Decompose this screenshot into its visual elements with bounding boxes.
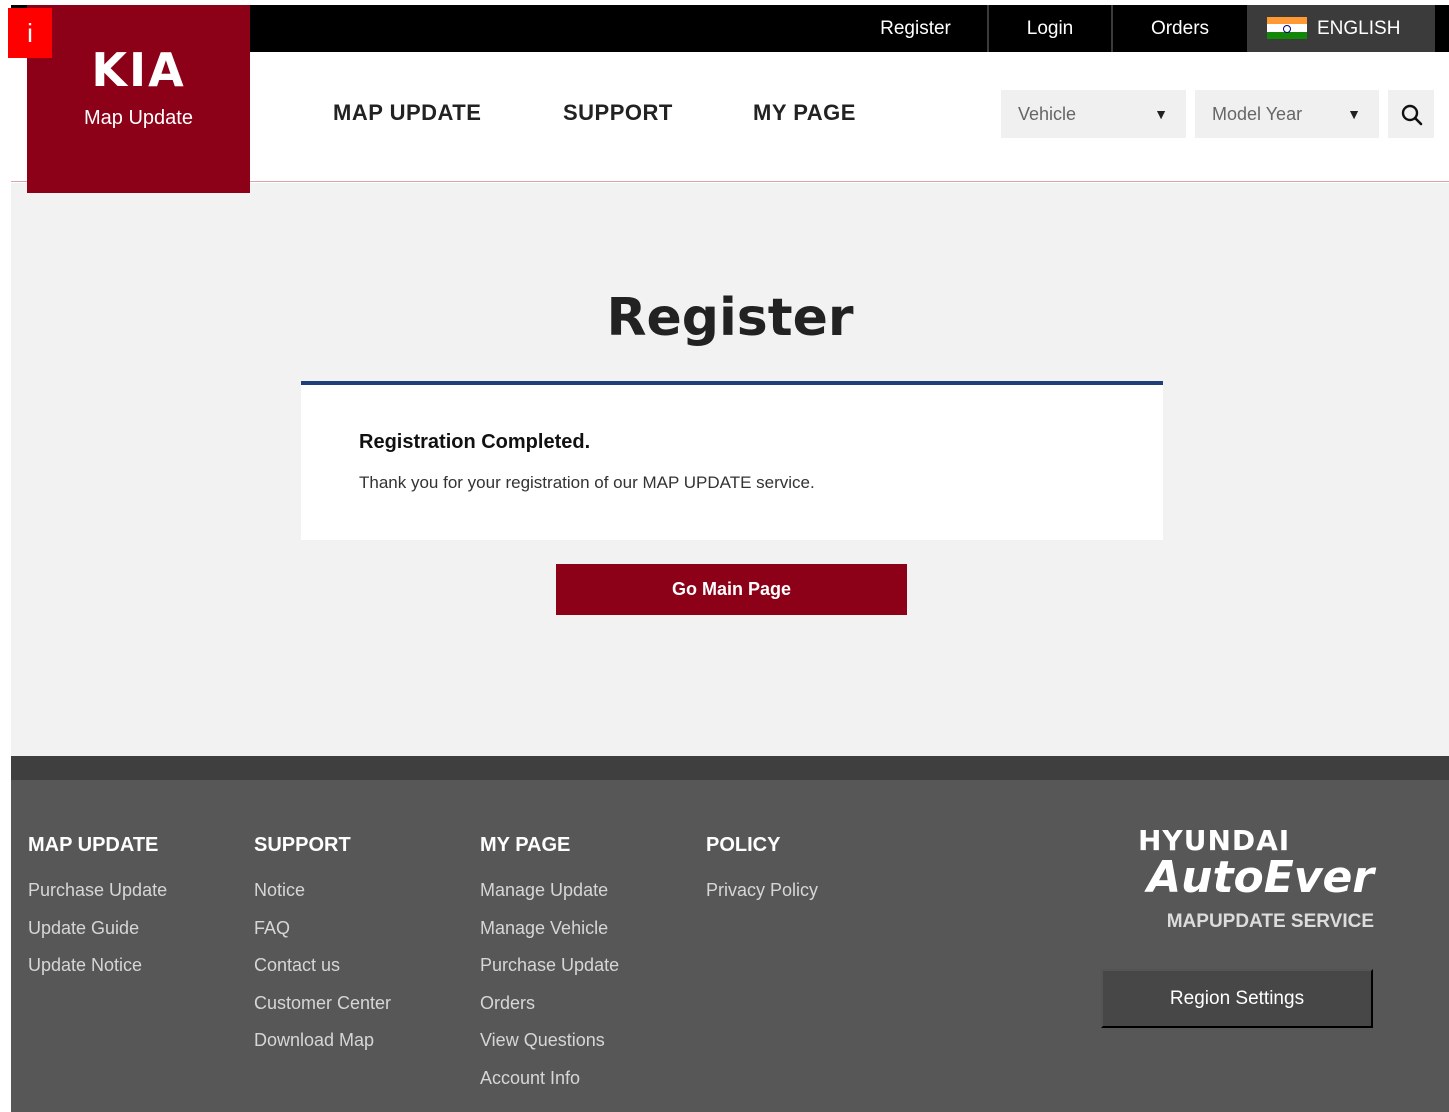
footer-column-support: SUPPORT Notice FAQ Contact us Customer C… xyxy=(254,834,391,1069)
register-link[interactable]: Register xyxy=(844,5,987,52)
nav-my-page[interactable]: MY PAGE xyxy=(753,100,856,126)
main-content: Register Registration Completed. Thank y… xyxy=(11,183,1449,756)
dropdown-arrow-icon: ▼ xyxy=(1347,106,1361,122)
brand-autoever: AutoEver xyxy=(1147,852,1374,903)
footer-link[interactable]: FAQ xyxy=(254,919,391,957)
dropdown-arrow-icon: ▼ xyxy=(1154,106,1168,122)
search-icon xyxy=(1401,104,1423,126)
footer-link[interactable]: Update Notice xyxy=(28,956,167,994)
card-message: Thank you for your registration of our M… xyxy=(359,473,815,492)
footer-heading: SUPPORT xyxy=(254,834,351,856)
footer-link[interactable]: View Questions xyxy=(480,1031,619,1069)
card-title: Registration Completed. xyxy=(359,431,591,453)
nav-support[interactable]: SUPPORT xyxy=(563,100,673,126)
footer-divider-band xyxy=(11,756,1449,780)
footer-link[interactable]: Orders xyxy=(480,994,619,1032)
info-badge: i xyxy=(8,8,52,58)
footer-link[interactable]: Manage Vehicle xyxy=(480,919,619,957)
footer-column-map-update: MAP UPDATE Purchase Update Update Guide … xyxy=(28,834,167,994)
page-title: Register xyxy=(606,288,854,348)
footer-link[interactable]: Download Map xyxy=(254,1031,391,1069)
footer-link[interactable]: Contact us xyxy=(254,956,391,994)
search-button[interactable] xyxy=(1388,90,1434,138)
footer-link[interactable]: Purchase Update xyxy=(28,881,167,919)
orders-link[interactable]: Orders xyxy=(1113,5,1247,52)
footer-link[interactable]: Account Info xyxy=(480,1069,619,1107)
nav-map-update[interactable]: MAP UPDATE xyxy=(333,100,481,126)
footer-heading: POLICY xyxy=(706,834,781,856)
logo-subtitle: Map Update xyxy=(84,107,193,129)
language-label: ENGLISH xyxy=(1317,18,1401,39)
language-selector[interactable]: ENGLISH xyxy=(1247,5,1435,52)
model-year-select[interactable]: Model Year ▼ xyxy=(1195,90,1379,138)
footer-link[interactable]: Customer Center xyxy=(254,994,391,1032)
footer-link[interactable]: Update Guide xyxy=(28,919,167,957)
footer-link[interactable]: Purchase Update xyxy=(480,956,619,994)
logo-brand: KIA xyxy=(91,43,186,97)
footer-link[interactable]: Notice xyxy=(254,881,391,919)
footer-column-my-page: MY PAGE Manage Update Manage Vehicle Pur… xyxy=(480,834,619,1106)
kia-logo[interactable]: KIA Map Update xyxy=(27,5,250,193)
brand-service: MAPUPDATE SERVICE xyxy=(1166,911,1374,932)
footer-link[interactable]: Manage Update xyxy=(480,881,619,919)
footer-column-policy: POLICY Privacy Policy xyxy=(706,834,818,919)
footer-heading: MAP UPDATE xyxy=(28,834,159,856)
region-settings-button[interactable]: Region Settings xyxy=(1101,969,1373,1028)
registration-card: Registration Completed. Thank you for yo… xyxy=(301,381,1163,540)
vehicle-select[interactable]: Vehicle ▼ xyxy=(1001,90,1186,138)
footer-link[interactable]: Privacy Policy xyxy=(706,881,818,919)
go-main-page-button[interactable]: Go Main Page xyxy=(556,564,907,615)
hyundai-autoever-logo: HYUNDAI AutoEver MAPUPDATE SERVICE xyxy=(1138,824,1374,933)
india-flag-icon xyxy=(1267,17,1307,39)
login-link[interactable]: Login xyxy=(989,5,1111,52)
vehicle-select-value: Vehicle xyxy=(1018,104,1077,124)
model-year-select-value: Model Year xyxy=(1212,104,1303,124)
footer: MAP UPDATE Purchase Update Update Guide … xyxy=(11,780,1449,1112)
footer-heading: MY PAGE xyxy=(480,834,571,856)
